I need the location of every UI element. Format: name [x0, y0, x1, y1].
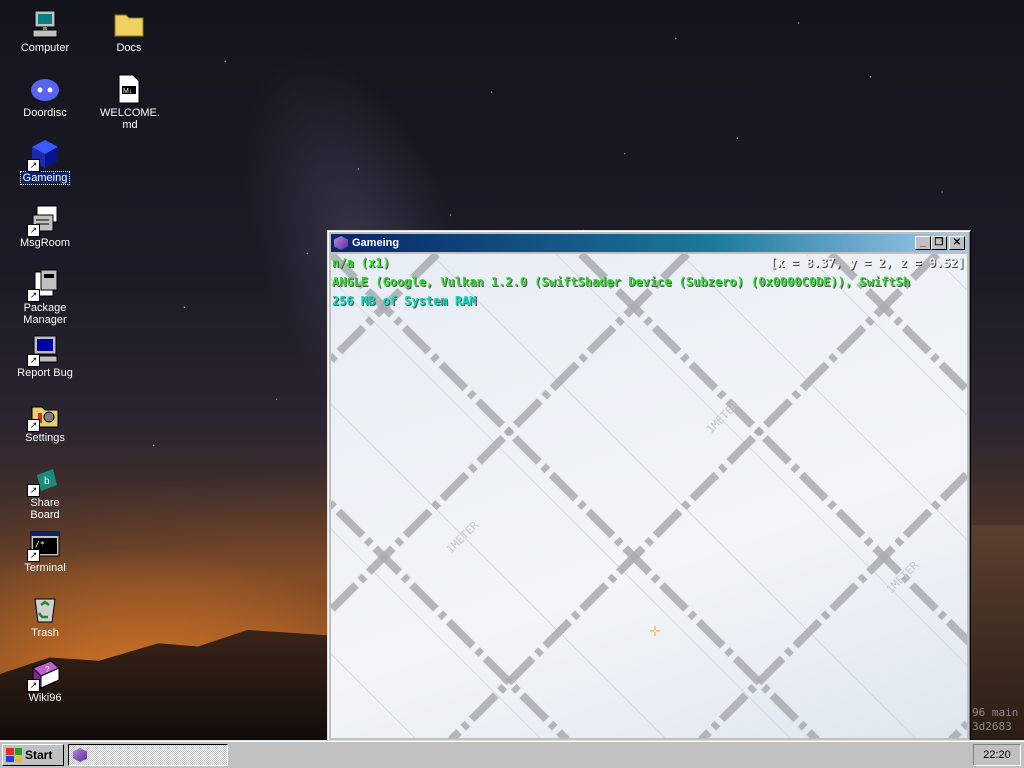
meter-ruler-line	[448, 254, 940, 738]
shortcut-arrow-icon: ↗	[27, 224, 40, 237]
svg-text:?: ?	[45, 665, 50, 674]
meter-grid: 1METER1METER1METER	[331, 254, 967, 738]
window-controls: _ ❐ ✕	[915, 236, 965, 250]
settings-icon: ↗	[27, 398, 61, 432]
game-cube-icon	[334, 236, 348, 250]
meter-ruler-line	[948, 718, 967, 738]
desktop-icon-package-manager[interactable]: ↗ Package Manager	[13, 268, 77, 326]
desktop-icon-gameing[interactable]: ↗ Gameing	[13, 138, 77, 185]
recycle-bin-icon	[29, 593, 61, 625]
shortcut-arrow-icon: ↗	[27, 549, 40, 562]
start-label: Start	[25, 748, 53, 762]
desktop-icon-trash[interactable]: Trash	[13, 593, 77, 639]
desktop-icon-wiki96[interactable]: ? ↗ Wiki96	[13, 658, 77, 704]
grid-line	[331, 528, 541, 738]
wiki-book-icon: ? ↗	[27, 658, 61, 692]
desktop-icon-computer[interactable]: Computer	[13, 8, 77, 54]
meter-ruler-line	[331, 254, 820, 738]
svg-text:b: b	[44, 476, 50, 487]
desktop-icon-docs[interactable]: Docs	[97, 8, 161, 54]
restore-button[interactable]: ❐	[931, 236, 947, 250]
taskbar: Start 22:20	[0, 740, 1024, 768]
desktop-icon-doordisc[interactable]: Doordisc	[13, 73, 77, 119]
window-titlebar[interactable]: Gameing _ ❐ ✕	[331, 234, 967, 252]
discord-icon	[29, 73, 61, 105]
shortcut-arrow-icon: ↗	[27, 289, 40, 302]
window-title: Gameing	[352, 237, 400, 249]
grid-line	[331, 278, 791, 738]
folder-icon	[113, 8, 145, 40]
terminal-icon: /* ↗	[27, 528, 61, 562]
grid-meter-label: 1METER	[444, 519, 482, 557]
hud-memory-text: 256 MB of System RAM	[332, 294, 477, 308]
desktop-icon-share-board[interactable]: b ↗ Share Board	[13, 463, 77, 521]
markdown-file-icon: M↓	[113, 73, 145, 105]
hud-coordinates: [x = 8.37, y = 2, z = 9.52]	[769, 256, 965, 270]
system-tray-clock: 22:20	[973, 744, 1021, 766]
shortcut-arrow-icon: ↗	[27, 679, 40, 692]
msgroom-icon: ↗	[27, 203, 61, 237]
shortcut-arrow-icon: ↗	[27, 419, 40, 432]
grid-line	[555, 254, 967, 666]
hud-renderer-text: ANGLE (Google, Vulkan 1.2.0 (SwiftShader…	[332, 275, 910, 289]
grid-line	[331, 653, 416, 738]
grid-meter-label: 1METER	[704, 399, 742, 437]
shortcut-arrow-icon: ↗	[27, 159, 40, 172]
windows-logo-icon	[6, 748, 22, 762]
desktop-background-text: 96 main 3d2683	[972, 706, 1019, 733]
meter-ruler-line	[331, 254, 690, 616]
desktop-icon-report-bug[interactable]: ↗ Report Bug	[13, 333, 77, 379]
game-cube-icon: ↗	[27, 138, 61, 172]
desktop-icon-welcome-md[interactable]: M↓ WELCOME.md	[97, 73, 161, 131]
close-button[interactable]: ✕	[949, 236, 965, 250]
minimize-button[interactable]: _	[915, 236, 931, 250]
svg-text:/*: /*	[35, 540, 45, 549]
meter-ruler-line	[331, 254, 440, 366]
package-icon: ↗	[27, 268, 61, 302]
grid-line	[430, 254, 916, 738]
start-button[interactable]: Start	[2, 744, 64, 766]
desktop-icon-msgroom[interactable]: ↗ MsgRoom	[13, 203, 77, 249]
gameing-window[interactable]: Gameing _ ❐ ✕ 1METER 1METER 1METER n/a (x1…	[327, 230, 971, 742]
computer-icon	[29, 8, 61, 40]
taskbar-item-gameing[interactable]	[68, 744, 228, 766]
game-cube-icon	[73, 748, 87, 762]
report-bug-icon: ↗	[27, 333, 61, 367]
crosshair-icon: ✛	[649, 623, 661, 639]
game-viewport[interactable]: 1METER 1METER 1METER n/a (x1) [x = 8.37, y…	[331, 254, 967, 738]
shortcut-arrow-icon: ↗	[27, 484, 40, 497]
svg-text:M↓: M↓	[123, 88, 132, 95]
desktop-icon-settings[interactable]: ↗ Settings	[13, 398, 77, 444]
desktop-icon-terminal[interactable]: /* ↗ Terminal	[13, 528, 77, 574]
share-board-icon: b ↗	[27, 463, 61, 497]
shortcut-arrow-icon: ↗	[27, 354, 40, 367]
grid-lines	[331, 254, 967, 738]
clock: 22:20	[983, 749, 1011, 761]
hud-fps-text: n/a (x1)	[332, 256, 390, 270]
grid-line	[331, 403, 666, 738]
